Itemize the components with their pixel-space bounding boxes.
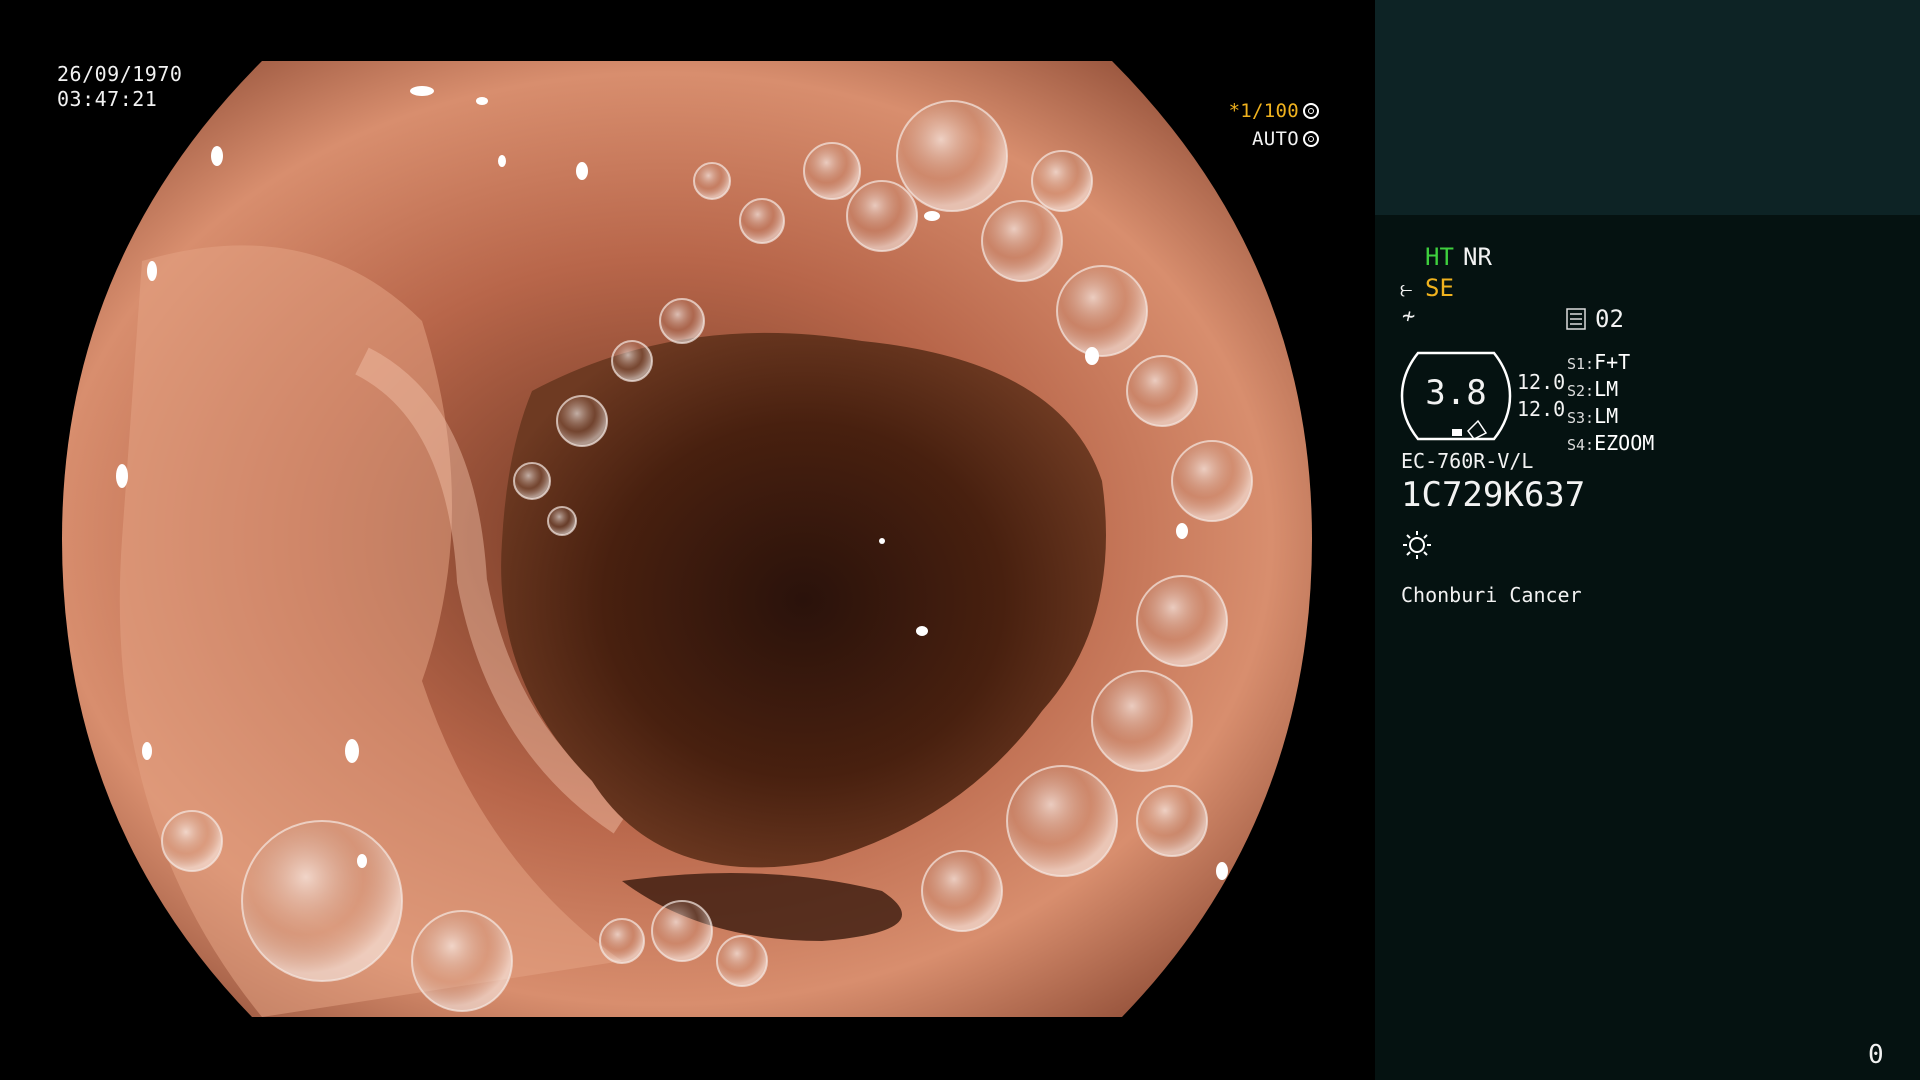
page-number: 0 [1868,1040,1884,1070]
left-value-1: 12.0 [1517,370,1566,394]
frame-counter-icon [1566,308,1586,330]
nr-label: NR [1463,243,1492,271]
frame-counter-value: 02 [1595,305,1624,333]
scope-switch-row: S2:LM [1567,377,1619,401]
zoom-gauge-value: 3.8 [1425,373,1487,413]
exam-date: 26/09/1970 [57,62,183,86]
scope-switch-row: S1:F+T [1567,350,1631,374]
scope-switch-row: S3:LM [1567,404,1619,428]
info-panel-header [1375,0,1920,215]
institution-name: Chonburi Cancer [1401,583,1582,607]
ht-label: HT [1425,243,1454,271]
shutter-indicator: *1/100 [1229,100,1319,122]
color-mode-icon: ≁ [1402,304,1416,329]
sun-icon [1403,531,1431,559]
left-value-2: 12.0 [1517,397,1566,421]
exam-time: 03:47:21 [57,87,158,111]
scope-switch-list: S1:F+T S2:LM S3:LM S4:EZOOM [1567,350,1654,458]
scope-model: EC-760R-V/L [1401,449,1534,473]
se-label: SE [1425,274,1454,302]
aperture-icon [1303,103,1319,119]
shutter-value: *1/100 [1228,100,1299,122]
info-panel [1375,215,1920,1080]
structure-enhance-icon: ⥼ [1400,277,1413,302]
iris-icon [1303,131,1319,147]
scope-switch-row: S4:EZOOM [1567,431,1655,455]
exposure-mode: AUTO [1252,128,1299,150]
exposure-indicator: AUTO [1252,128,1319,150]
scope-serial: 1C729K637 [1401,475,1586,515]
endoscopic-image [62,61,1312,1017]
